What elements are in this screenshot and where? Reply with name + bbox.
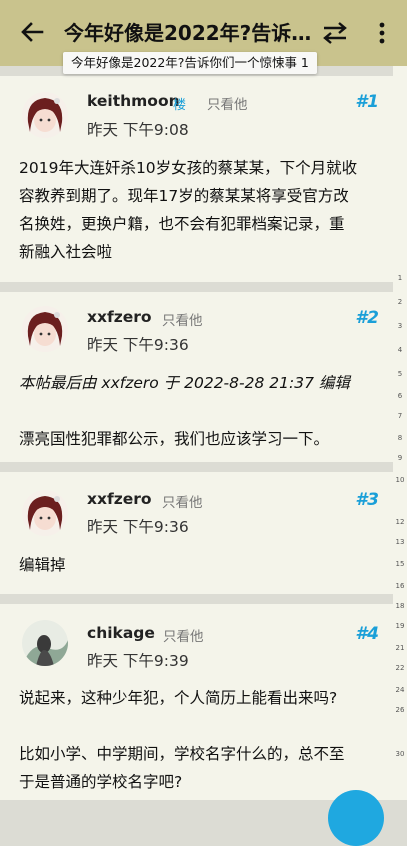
post-body: 编辑掉 (19, 551, 387, 579)
post-line: 漂亮国性犯罪都公示，我们也应该学习一下。 (19, 430, 330, 448)
page-tick[interactable]: 16 (393, 582, 407, 590)
page-tick[interactable]: 24 (393, 686, 407, 694)
page-tick[interactable]: 1 (393, 274, 407, 282)
page-tick[interactable]: 30 (393, 750, 407, 758)
page-tick[interactable]: 5 (393, 370, 407, 378)
username[interactable]: xxfzero (87, 490, 152, 508)
post-line: 名换姓，更换户籍，也不会有犯罪档案记录，重 (19, 215, 345, 233)
post-card: chikage 只看他 #4 昨天 下午9:39 说起来，这种少年犯，个人简历上… (0, 604, 393, 800)
page-tick[interactable]: 10 (393, 476, 407, 484)
post-line: 新融入社会啦 (19, 243, 113, 261)
avatar[interactable] (22, 490, 68, 536)
post-time: 昨天 下午9:36 (87, 336, 189, 354)
thread-title: 今年好像是2022年?告诉你们一个惊悚事 (64, 21, 314, 45)
only-view-button[interactable]: 只看他 (162, 491, 203, 511)
post-line: 说起来，这种少年犯，个人简历上能看出来吗? (19, 689, 338, 707)
avatar[interactable] (22, 92, 68, 138)
page-tick[interactable]: 9 (393, 454, 407, 462)
post-line: 于是普通的学校名字吧? (19, 773, 183, 791)
page-tick[interactable]: 8 (393, 434, 407, 442)
post-time: 昨天 下午9:36 (87, 518, 189, 536)
post-body: 本帖最后由 xxfzero 于 2022-8-28 21:37 编辑 漂亮国性犯… (19, 369, 387, 453)
post-time: 昨天 下午9:39 (87, 652, 189, 670)
username[interactable]: xxfzero (87, 308, 152, 326)
username[interactable]: keithmoon (87, 92, 180, 110)
post-card: keithmoon 楼 只看他 #1 昨天 下午9:08 2019年大连奸杀10… (0, 76, 393, 282)
page-tick[interactable]: 22 (393, 664, 407, 672)
post-line: 容教养到期了。现年17岁的蔡某某将享受官方改 (19, 187, 349, 205)
page-tick[interactable]: 2 (393, 298, 407, 306)
post-line: 比如小学、中学期间，学校名字什么的，总不至 (19, 745, 345, 763)
post-line: 编辑掉 (19, 556, 66, 574)
floor-number: #3 (355, 490, 379, 510)
op-badge: 楼 (173, 98, 187, 113)
page-tick[interactable]: 19 (393, 622, 407, 630)
page-tick[interactable]: 18 (393, 602, 407, 610)
floor-number: #1 (355, 92, 379, 112)
page-tick[interactable]: 15 (393, 560, 407, 568)
page-tick[interactable]: 21 (393, 644, 407, 652)
avatar[interactable] (22, 620, 68, 666)
swap-arrows-icon[interactable] (318, 18, 352, 48)
page-tick[interactable]: 3 (393, 322, 407, 330)
edit-note: 本帖最后由 xxfzero 于 2022-8-28 21:37 编辑 (19, 374, 350, 392)
post-time: 昨天 下午9:08 (87, 121, 189, 139)
post-body: 2019年大连奸杀10岁女孩的蔡某某，下个月就收 容教养到期了。现年17岁的蔡某… (19, 154, 387, 266)
username[interactable]: chikage (87, 624, 155, 642)
page-tick[interactable]: 26 (393, 706, 407, 714)
floor-number: #4 (355, 624, 379, 644)
only-view-button[interactable]: 只看他 (207, 93, 248, 113)
page-tick[interactable]: 13 (393, 538, 407, 546)
more-vertical-icon[interactable] (372, 18, 392, 48)
post-card: xxfzero 只看他 #3 昨天 下午9:36 编辑掉 (0, 472, 393, 594)
post-line: 2019年大连奸杀10岁女孩的蔡某某，下个月就收 (19, 159, 358, 177)
floating-action-button[interactable] (328, 790, 384, 846)
page-tick[interactable]: 6 (393, 392, 407, 400)
page-tick[interactable]: 4 (393, 346, 407, 354)
post-body: 说起来，这种少年犯，个人简历上能看出来吗? 比如小学、中学期间，学校名字什么的，… (19, 684, 387, 796)
title-tooltip: 今年好像是2022年?告诉你们一个惊悚事 1 (63, 52, 317, 74)
back-arrow-icon[interactable] (16, 16, 48, 48)
floor-number: #2 (355, 308, 379, 328)
page-scroller[interactable]: 1 2 3 4 5 6 7 8 9 10 12 13 15 16 18 19 2… (393, 66, 407, 800)
avatar[interactable] (22, 306, 68, 352)
page-tick[interactable]: 7 (393, 412, 407, 420)
only-view-button[interactable]: 只看他 (162, 309, 203, 329)
only-view-button[interactable]: 只看他 (163, 625, 204, 645)
page-tick[interactable]: 12 (393, 518, 407, 526)
post-card: xxfzero 只看他 #2 昨天 下午9:36 本帖最后由 xxfzero 于… (0, 292, 393, 462)
